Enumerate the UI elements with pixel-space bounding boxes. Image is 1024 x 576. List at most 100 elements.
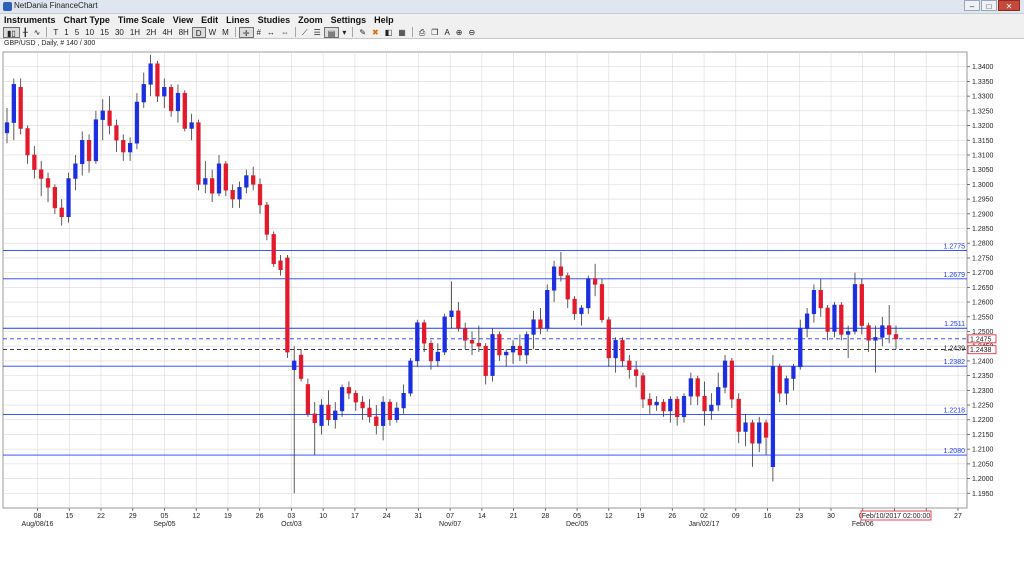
candle-down[interactable]: [107, 110, 112, 126]
candle-down[interactable]: [387, 401, 393, 420]
candle-up[interactable]: [613, 340, 618, 359]
candle-up[interactable]: [127, 142, 133, 153]
candle-down[interactable]: [592, 278, 598, 285]
candle-up[interactable]: [524, 334, 529, 356]
candle-down[interactable]: [463, 328, 468, 341]
candle-down[interactable]: [251, 175, 256, 185]
candle-up[interactable]: [93, 119, 99, 162]
candle-down[interactable]: [818, 290, 823, 309]
candle-down[interactable]: [18, 87, 23, 129]
candle-down[interactable]: [469, 340, 475, 344]
candle-down[interactable]: [305, 384, 311, 415]
candle-down[interactable]: [52, 187, 57, 209]
candle-down[interactable]: [750, 422, 755, 444]
candle-up[interactable]: [586, 278, 591, 309]
candle-up[interactable]: [162, 87, 167, 97]
candle-up[interactable]: [189, 122, 194, 129]
candle-down[interactable]: [367, 407, 372, 418]
candle-down[interactable]: [634, 369, 639, 376]
candle-up[interactable]: [141, 84, 146, 103]
candle-up[interactable]: [681, 395, 687, 418]
candle-up[interactable]: [770, 366, 776, 468]
candle-down[interactable]: [196, 122, 201, 185]
candle-down[interactable]: [695, 378, 700, 397]
candle-down[interactable]: [661, 401, 666, 412]
candle-down[interactable]: [866, 325, 871, 341]
candle-down[interactable]: [45, 178, 51, 188]
candle-up[interactable]: [743, 422, 748, 432]
candle-up[interactable]: [804, 313, 810, 329]
candle-up[interactable]: [394, 407, 399, 420]
candle-up[interactable]: [722, 360, 728, 388]
candle-up[interactable]: [757, 422, 762, 444]
candle-up[interactable]: [80, 140, 85, 165]
candle-down[interactable]: [565, 275, 570, 300]
candle-down[interactable]: [230, 190, 235, 200]
candle-up[interactable]: [408, 360, 413, 394]
candle-up[interactable]: [846, 331, 851, 335]
candle-down[interactable]: [476, 343, 481, 347]
candle-down[interactable]: [121, 140, 126, 153]
candle-down[interactable]: [640, 375, 646, 400]
candle-up[interactable]: [244, 175, 249, 188]
candle-up[interactable]: [545, 290, 550, 329]
candle-up[interactable]: [216, 163, 222, 194]
candle-up[interactable]: [490, 334, 495, 376]
candle-down[interactable]: [675, 398, 680, 418]
candle-down[interactable]: [278, 260, 283, 270]
candle-down[interactable]: [374, 416, 379, 426]
candle-up[interactable]: [292, 360, 297, 370]
candle-up[interactable]: [852, 284, 858, 332]
candle-down[interactable]: [155, 63, 160, 97]
candle-up[interactable]: [339, 387, 345, 412]
candle-up[interactable]: [100, 110, 105, 120]
candle-down[interactable]: [702, 395, 707, 412]
candle-down[interactable]: [346, 387, 352, 394]
candle-down[interactable]: [606, 319, 611, 359]
candle-down[interactable]: [59, 207, 64, 217]
candle-down[interactable]: [620, 340, 625, 362]
candle-down[interactable]: [25, 128, 30, 156]
candle-down[interactable]: [887, 325, 892, 335]
candle-down[interactable]: [839, 304, 844, 335]
candle-down[interactable]: [422, 322, 427, 344]
candle-down[interactable]: [353, 393, 358, 403]
candle-down[interactable]: [39, 169, 44, 179]
candle-up[interactable]: [11, 84, 16, 123]
candle-down[interactable]: [298, 354, 304, 379]
candle-down[interactable]: [182, 92, 187, 129]
candle-up[interactable]: [688, 378, 693, 397]
candle-down[interactable]: [729, 360, 735, 400]
candle-down[interactable]: [312, 413, 317, 423]
candle-down[interactable]: [572, 298, 577, 315]
candle-up[interactable]: [203, 178, 208, 185]
candle-down[interactable]: [257, 184, 263, 206]
candle-up[interactable]: [4, 122, 10, 134]
candle-down[interactable]: [483, 345, 488, 376]
candle-up[interactable]: [415, 322, 420, 362]
candle-up[interactable]: [237, 187, 242, 200]
candle-up[interactable]: [880, 325, 885, 338]
candle-up[interactable]: [73, 163, 78, 179]
candle-down[interactable]: [647, 398, 652, 406]
candle-down[interactable]: [517, 345, 523, 356]
candle-up[interactable]: [333, 410, 338, 420]
candle-down[interactable]: [168, 87, 174, 112]
candle-up[interactable]: [148, 63, 153, 85]
candle-down[interactable]: [599, 284, 605, 320]
candle-up[interactable]: [510, 345, 516, 353]
candle-up[interactable]: [66, 178, 71, 217]
candle-up[interactable]: [319, 404, 324, 426]
candle-up[interactable]: [791, 366, 796, 379]
candle-up[interactable]: [668, 398, 673, 412]
candle-up[interactable]: [811, 290, 817, 315]
candle-down[interactable]: [763, 422, 769, 438]
candle-down[interactable]: [223, 163, 228, 191]
candle-down[interactable]: [114, 125, 119, 141]
candle-down[interactable]: [558, 266, 564, 276]
candle-down[interactable]: [264, 204, 269, 235]
candle-up[interactable]: [873, 337, 878, 341]
candle-down[interactable]: [271, 234, 276, 265]
candle-up[interactable]: [654, 401, 659, 406]
candle-up[interactable]: [716, 387, 721, 406]
